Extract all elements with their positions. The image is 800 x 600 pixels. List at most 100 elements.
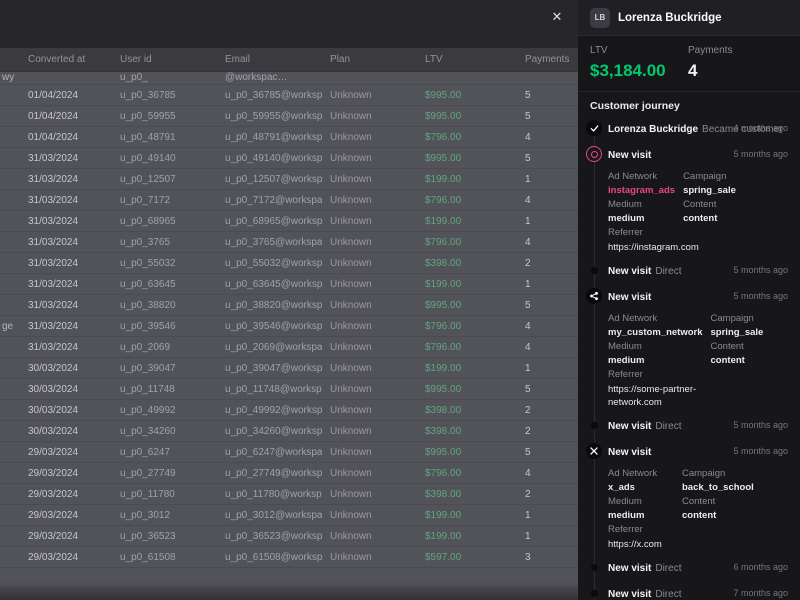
event-title: New visit bbox=[608, 589, 652, 600]
table-row[interactable]: 29/03/2024 u_p0_36523 u_p0_36523@workspac…… bbox=[0, 526, 578, 547]
table-row[interactable]: 31/03/2024 u_p0_38820 u_p0_38820@workspac…… bbox=[0, 295, 578, 316]
medium-value: medium bbox=[608, 213, 645, 224]
table-row[interactable]: 29/03/2024 u_p0_27749 u_p0_27749@workspac…… bbox=[0, 463, 578, 484]
pay-cell: 1 bbox=[525, 215, 531, 227]
ltv-cell: $796.00 bbox=[425, 131, 462, 143]
pay-cell: 1 bbox=[525, 362, 531, 374]
table-row[interactable]: 31/03/2024 u_p0_2069 u_p0_2069@workspace… U… bbox=[0, 337, 578, 358]
plan-cell: Unknown bbox=[330, 215, 372, 227]
uid-cell: u_p0_11748 bbox=[120, 383, 175, 395]
medium-label: Medium bbox=[608, 199, 642, 210]
table-row[interactable]: 31/03/2024 u_p0_3765 u_p0_3765@workspace… U… bbox=[0, 232, 578, 253]
date-cell: 31/03/2024 bbox=[28, 215, 79, 227]
campaign-value: back_to_school bbox=[682, 482, 754, 493]
uid-cell: u_p0_39047 bbox=[120, 362, 176, 374]
pay-cell: 2 bbox=[525, 404, 531, 416]
table-row[interactable]: 31/03/2024 u_p0_68965 u_p0_68965@workspac…… bbox=[0, 211, 578, 232]
table-row[interactable]: 31/03/2024 u_p0_49140 u_p0_49140@workspac…… bbox=[0, 148, 578, 169]
frag-cell: ge bbox=[2, 320, 14, 332]
referrer-label: Referrer bbox=[608, 524, 643, 535]
email-cell: u_p0_12507@workspac… bbox=[225, 173, 322, 185]
journey-event: 4 months ago Lorenza Buckridge Became cust… bbox=[578, 120, 800, 138]
table-row[interactable]: 30/03/2024 u_p0_34260 u_p0_34260@workspac…… bbox=[0, 421, 578, 442]
ltv-cell: $796.00 bbox=[425, 194, 462, 206]
table-row[interactable]: ge 31/03/2024 u_p0_39546 u_p0_39546@workspa… bbox=[0, 316, 578, 337]
plan-cell: Unknown bbox=[330, 278, 372, 290]
plan-cell: Unknown bbox=[330, 257, 372, 269]
customer-name: Lorenza Buckridge bbox=[618, 11, 722, 24]
table-row[interactable]: 29/03/2024 u_p0_61508 u_p0_61508@workspac…… bbox=[0, 547, 578, 568]
table-row[interactable]: 30/03/2024 u_p0_39047 u_p0_39047@workspac…… bbox=[0, 358, 578, 379]
date-cell: 01/04/2024 bbox=[28, 89, 79, 101]
instagram-icon bbox=[586, 146, 602, 162]
ltv-cell: $995.00 bbox=[425, 299, 462, 311]
date-cell: 30/03/2024 bbox=[28, 362, 79, 374]
content-value: content bbox=[682, 510, 717, 521]
table-row[interactable]: 29/03/2024 u_p0_6247 u_p0_6247@workspace… U… bbox=[0, 442, 578, 463]
event-title: New visit bbox=[608, 292, 652, 303]
table-row[interactable]: 01/04/2024 u_p0_48791 u_p0_48791@workspac…… bbox=[0, 127, 578, 148]
email-cell: u_p0_7172@workspace… bbox=[225, 194, 322, 206]
email-cell: u_p0_55032@workspac… bbox=[225, 257, 322, 269]
column-header-converted-at[interactable]: Converted at bbox=[20, 54, 112, 65]
table-row[interactable] bbox=[0, 589, 578, 600]
date-cell: 30/03/2024 bbox=[28, 404, 79, 416]
table-row[interactable]: 01/04/2024 u_p0_36785 u_p0_36785@workspac…… bbox=[0, 85, 578, 106]
table-row[interactable]: 30/03/2024 u_p0_49992 u_p0_49992@workspac…… bbox=[0, 400, 578, 421]
event-time: 5 months ago bbox=[733, 420, 788, 430]
email-cell: u_p0_11780@workspac… bbox=[225, 488, 322, 500]
date-cell: 29/03/2024 bbox=[28, 509, 79, 521]
event-subtitle: Direct bbox=[655, 589, 682, 600]
table-row[interactable]: 31/03/2024 u_p0_55032 u_p0_55032@workspac…… bbox=[0, 253, 578, 274]
referrer-label: Referrer bbox=[608, 227, 643, 238]
close-button[interactable]: ✕ bbox=[546, 6, 568, 28]
campaign-label: Campaign bbox=[682, 468, 726, 479]
plan-cell: Unknown bbox=[330, 446, 372, 458]
plan-cell: Unknown bbox=[330, 404, 372, 416]
column-header-payments[interactable]: Payments bbox=[517, 54, 578, 65]
column-header-plan[interactable]: Plan bbox=[322, 54, 417, 65]
table-header-row: Converted at User id Email Plan LTV Payments bbox=[0, 48, 578, 72]
column-header-user-id[interactable]: User id bbox=[112, 54, 217, 65]
event-subtitle: Direct bbox=[655, 266, 682, 277]
event-subtitle: Direct bbox=[655, 421, 682, 432]
email-cell: u_p0_11748@workspac… bbox=[225, 383, 322, 395]
ltv-cell: $199.00 bbox=[425, 362, 462, 374]
table-row[interactable]: 29/03/2024 u_p0_3012 u_p0_3012@workspace… U… bbox=[0, 505, 578, 526]
ltv-cell: $199.00 bbox=[425, 173, 462, 185]
ad-network-value: instagram_ads bbox=[608, 185, 676, 196]
pay-cell: 1 bbox=[525, 509, 531, 521]
plan-cell: Unknown bbox=[330, 89, 372, 101]
journey-event: 7 months ago New visit Direct bbox=[578, 585, 800, 600]
table-row[interactable]: 30/03/2024 u_p0_11748 u_p0_11748@workspac…… bbox=[0, 379, 578, 400]
column-header-email[interactable]: Email bbox=[217, 54, 322, 65]
ltv-value: $3,184.00 bbox=[590, 61, 666, 80]
uid-cell: u_p0_48791 bbox=[120, 131, 176, 143]
plan-cell: Unknown bbox=[330, 362, 372, 374]
customer-stats: LTV $3,184.00 Payments 4 bbox=[578, 36, 800, 92]
pay-cell: 4 bbox=[525, 467, 531, 479]
uid-cell: u_p0_55032 bbox=[120, 257, 176, 269]
uid-cell: u_p0_39546 bbox=[120, 320, 176, 332]
event-time: 5 months ago bbox=[733, 291, 788, 301]
payments-value: 4 bbox=[688, 61, 698, 80]
uid-cell: u_p0_36523 bbox=[120, 530, 176, 542]
event-time: 5 months ago bbox=[733, 446, 788, 456]
plan-cell: Unknown bbox=[330, 320, 372, 332]
date-cell: 31/03/2024 bbox=[28, 278, 79, 290]
column-header-ltv[interactable]: LTV bbox=[417, 54, 517, 65]
table-row[interactable]: wy u_p0_ @workspac… bbox=[0, 72, 578, 85]
table-row[interactable]: 29/03/2024 u_p0_11780 u_p0_11780@workspac…… bbox=[0, 484, 578, 505]
table-row[interactable]: 31/03/2024 u_p0_7172 u_p0_7172@workspace… U… bbox=[0, 190, 578, 211]
table-row[interactable]: 31/03/2024 u_p0_63645 u_p0_63645@workspac…… bbox=[0, 274, 578, 295]
date-cell: 31/03/2024 bbox=[28, 173, 79, 185]
medium-value: medium bbox=[608, 355, 645, 366]
table-row[interactable] bbox=[0, 568, 578, 589]
plan-cell: Unknown bbox=[330, 173, 372, 185]
table-row[interactable]: 01/04/2024 u_p0_59955 u_p0_59955@workspac…… bbox=[0, 106, 578, 127]
campaign-value: spring_sale bbox=[710, 327, 764, 338]
table-row[interactable]: 31/03/2024 u_p0_12507 u_p0_12507@workspac…… bbox=[0, 169, 578, 190]
journey-title: Customer journey bbox=[590, 100, 680, 112]
pay-cell: 2 bbox=[525, 257, 531, 269]
email-cell: u_p0_38820@workspac… bbox=[225, 299, 322, 311]
